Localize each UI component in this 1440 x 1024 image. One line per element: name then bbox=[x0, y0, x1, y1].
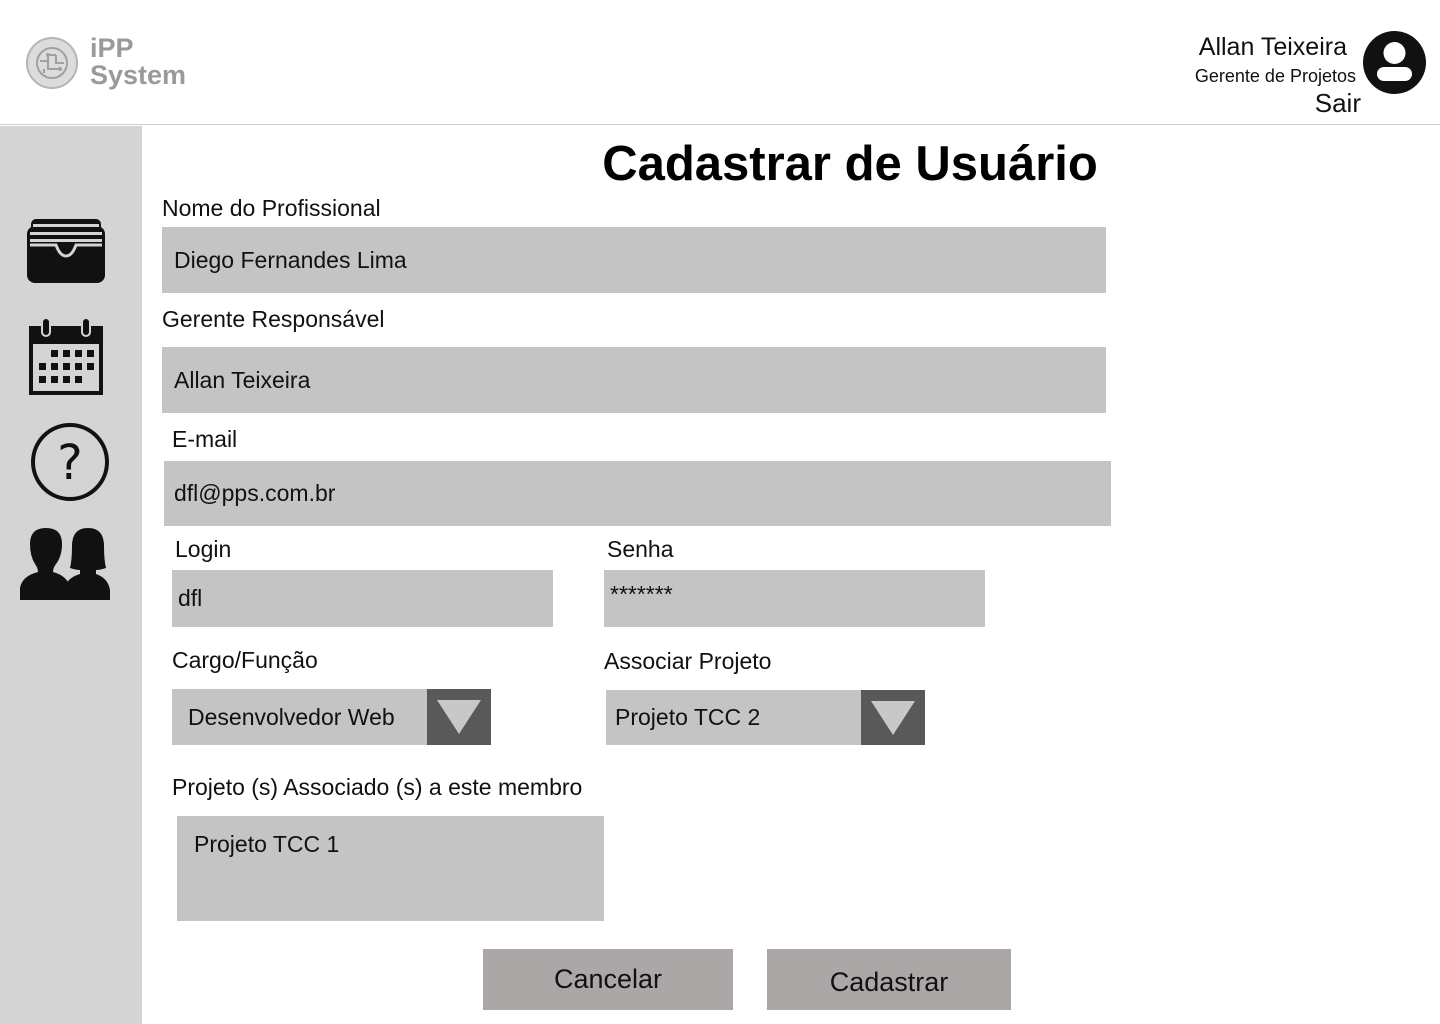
submit-button[interactable]: Cadastrar bbox=[767, 949, 1011, 1010]
header-divider bbox=[0, 124, 1440, 125]
manager-input[interactable]: Allan Teixeira bbox=[162, 347, 1106, 413]
sidebar-item-calendar[interactable] bbox=[28, 317, 104, 401]
app-logo: iPP System bbox=[26, 35, 216, 95]
role-select-value: Desenvolvedor Web bbox=[188, 703, 395, 730]
email-input[interactable]: dfl@pps.com.br bbox=[164, 461, 1111, 526]
logo-text: iPP System bbox=[90, 35, 186, 89]
password-label: Senha bbox=[607, 536, 674, 562]
page-title: Cadastrar de Usuário bbox=[602, 137, 1098, 191]
user-name: Allan Teixeira bbox=[1198, 33, 1347, 61]
manager-label: Gerente Responsável bbox=[162, 306, 385, 332]
email-label: E-mail bbox=[172, 426, 238, 452]
chevron-down-icon[interactable] bbox=[861, 690, 925, 745]
sidebar: ? bbox=[0, 126, 142, 1024]
logo-emblem-icon bbox=[26, 37, 78, 89]
associated-projects-list[interactable]: Projeto TCC 1 bbox=[177, 816, 604, 921]
login-label: Login bbox=[175, 536, 232, 562]
sidebar-item-wallet[interactable] bbox=[26, 218, 106, 289]
cancel-button[interactable]: Cancelar bbox=[483, 949, 733, 1010]
calendar-icon bbox=[29, 317, 103, 395]
user-avatar-icon[interactable] bbox=[1363, 31, 1426, 94]
logo-line-1: iPP bbox=[90, 33, 134, 63]
associated-projects-label: Projeto (s) Associado (s) a este membro bbox=[172, 774, 583, 800]
svg-text:?: ? bbox=[57, 435, 82, 491]
project-select-value: Projeto TCC 2 bbox=[615, 704, 761, 730]
list-item[interactable]: Projeto TCC 1 bbox=[194, 831, 339, 858]
sidebar-item-help[interactable]: ? bbox=[30, 422, 110, 507]
name-input[interactable]: Diego Fernandes Lima bbox=[162, 227, 1106, 293]
role-label: Cargo/Função bbox=[172, 647, 318, 673]
role-select[interactable]: Desenvolvedor Web bbox=[172, 689, 491, 745]
login-input[interactable]: dfl bbox=[172, 570, 553, 627]
project-label: Associar Projeto bbox=[604, 648, 772, 674]
logout-link[interactable]: Sair bbox=[1315, 88, 1361, 119]
wallet-icon bbox=[27, 219, 105, 283]
help-icon: ? bbox=[31, 423, 109, 501]
name-label: Nome do Profissional bbox=[162, 195, 381, 221]
password-input[interactable]: ******* bbox=[604, 570, 985, 627]
users-icon bbox=[20, 528, 110, 600]
logo-line-2: System bbox=[90, 60, 187, 90]
chevron-down-icon[interactable] bbox=[427, 689, 491, 745]
sidebar-item-users[interactable] bbox=[20, 526, 112, 607]
project-select[interactable]: Projeto TCC 2 bbox=[606, 690, 925, 745]
user-role: Gerente de Projetos bbox=[1194, 66, 1356, 86]
